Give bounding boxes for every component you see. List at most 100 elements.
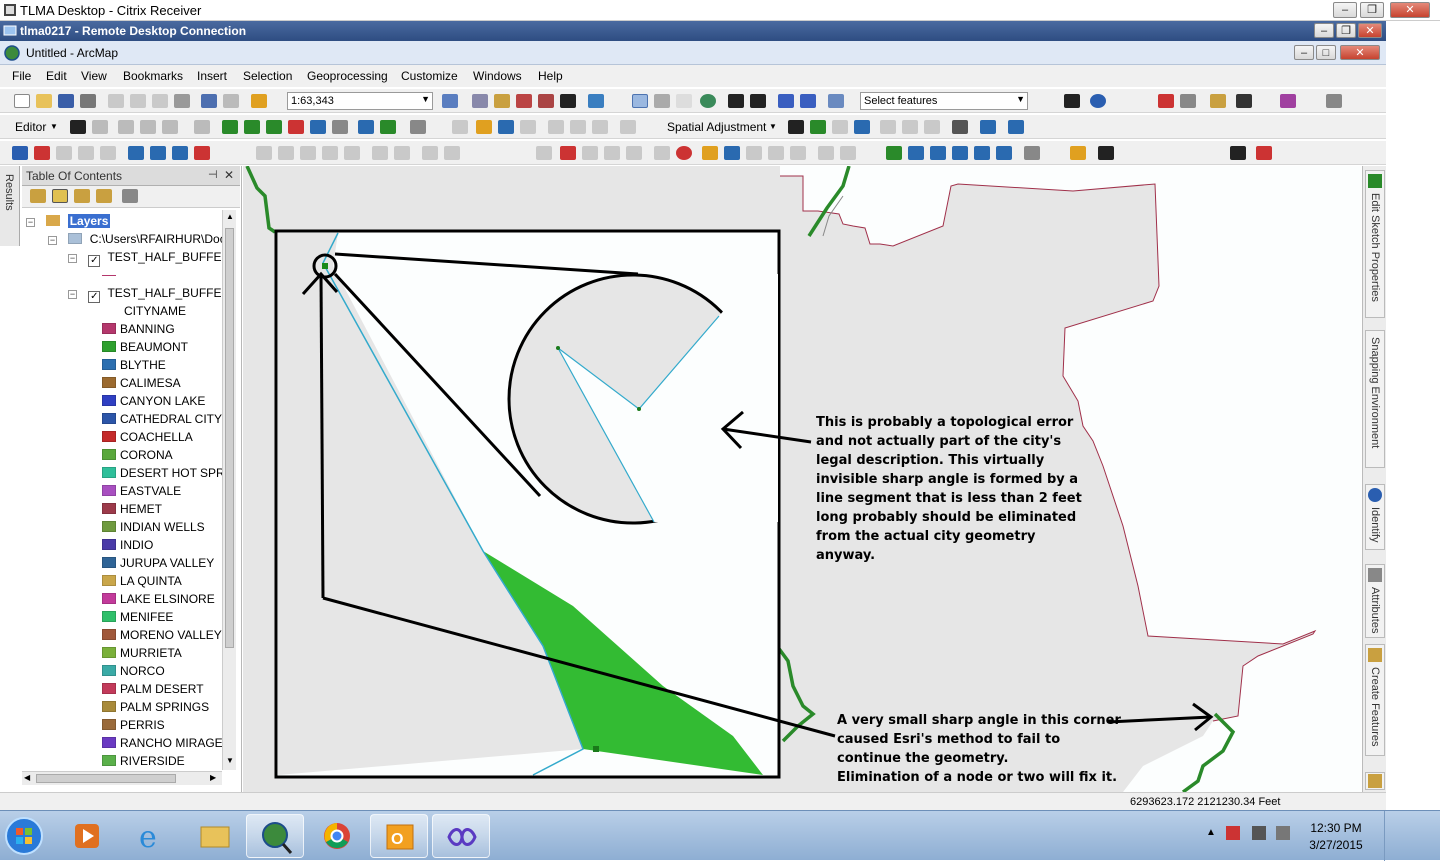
adjust-icon-1[interactable]	[452, 120, 468, 134]
topology-tool-icon-7[interactable]	[150, 146, 166, 160]
legend-swatch[interactable]	[102, 485, 116, 496]
layers-root[interactable]: − Layers	[26, 214, 111, 232]
menu-insert[interactable]: Insert	[197, 69, 227, 83]
toc-horizontal-scrollbar[interactable]: ◀ ▶	[22, 771, 222, 785]
legend-item[interactable]: CALIMESA	[102, 376, 181, 394]
trace-icon[interactable]	[162, 120, 178, 134]
legend-swatch[interactable]	[102, 737, 116, 748]
layer1-symbol[interactable]	[102, 268, 116, 286]
topology-tool-icon-9[interactable]	[194, 146, 210, 160]
scale-combo[interactable]: 1:63,343 ▼	[287, 92, 433, 110]
edge-match-icon[interactable]	[980, 120, 996, 134]
select-features-icon[interactable]	[828, 94, 844, 108]
attributes-table-icon[interactable]	[332, 120, 348, 134]
extra-dock-tab[interactable]	[1365, 772, 1385, 790]
legend-item[interactable]: JURUPA VALLEY	[102, 556, 214, 574]
parcel-icon-5[interactable]	[974, 146, 990, 160]
start-button[interactable]	[2, 814, 52, 858]
legend-item[interactable]: PALM SPRINGS	[102, 700, 209, 718]
clear-limited-icon[interactable]	[924, 120, 940, 134]
legend-item[interactable]: INDIO	[102, 538, 153, 556]
minimize-button[interactable]: ‒	[1333, 2, 1357, 18]
scroll-left-icon[interactable]: ◀	[24, 773, 30, 782]
legend-swatch[interactable]	[102, 557, 116, 568]
arctoolbox-icon[interactable]	[538, 94, 554, 108]
legend-swatch[interactable]	[102, 539, 116, 550]
legend-item[interactable]: RANCHO MIRAGE	[102, 736, 222, 754]
zoom-out-icon[interactable]	[654, 94, 670, 108]
pin-icon[interactable]: ⊣	[208, 168, 218, 181]
undo-icon[interactable]	[201, 94, 217, 108]
close-icon[interactable]: ✕	[224, 168, 234, 182]
forward-extent-icon[interactable]	[800, 94, 816, 108]
legend-swatch[interactable]	[102, 467, 116, 478]
identity-link-icon[interactable]	[880, 120, 896, 134]
list-by-source-icon[interactable]	[52, 189, 68, 203]
go-to-xy-icon[interactable]	[1326, 94, 1342, 108]
copy-icon[interactable]	[130, 94, 146, 108]
legend-item[interactable]: BEAUMONT	[102, 340, 188, 358]
edit-tool-icon[interactable]	[70, 120, 86, 134]
topology-tool-icon-8[interactable]	[172, 146, 188, 160]
legend-item[interactable]: HEMET	[102, 502, 162, 520]
legend-swatch[interactable]	[102, 377, 116, 388]
collapse-icon[interactable]: −	[68, 254, 77, 263]
time-slider-icon[interactable]	[1280, 94, 1296, 108]
measure-icon[interactable]	[1210, 94, 1226, 108]
legend-item[interactable]: LA QUINTA	[102, 574, 182, 592]
internet-explorer-taskbar-button[interactable]: e	[122, 814, 180, 858]
python-window-icon[interactable]	[560, 94, 576, 108]
back-extent-icon[interactable]	[778, 94, 794, 108]
parcel-icon-8[interactable]	[1070, 146, 1086, 160]
menu-help[interactable]: Help	[538, 69, 563, 83]
attributes-icon[interactable]	[358, 120, 374, 134]
point-icon[interactable]	[194, 120, 210, 134]
network-icon[interactable]	[1252, 826, 1266, 840]
sketch-properties-icon[interactable]	[380, 120, 396, 134]
spatial-adjustment-menu[interactable]: Spatial Adjustment	[667, 120, 766, 134]
clear-selection-icon[interactable]	[1158, 94, 1174, 108]
adjust-icon-7[interactable]	[592, 120, 608, 134]
attributes-tab[interactable]: Attributes	[1365, 564, 1385, 638]
menu-edit[interactable]: Edit	[46, 69, 67, 83]
edit-annotation-icon[interactable]	[92, 120, 108, 134]
topology-tool-icon-4[interactable]	[78, 146, 94, 160]
pan-hand-icon[interactable]	[676, 94, 692, 108]
legend-item[interactable]: PERRIS	[102, 718, 165, 736]
adjust-icon-4[interactable]	[520, 120, 536, 134]
topology-tool-icon-3[interactable]	[56, 146, 72, 160]
toc-options-icon[interactable]	[122, 189, 138, 203]
cogo-icon-3[interactable]	[582, 146, 598, 160]
geometric-network-icon-5[interactable]	[344, 146, 360, 160]
edit-sketch-properties-tab[interactable]: Edit Sketch Properties	[1365, 170, 1385, 318]
legend-item[interactable]: BLYTHE	[102, 358, 166, 376]
cogo-icon-4[interactable]	[604, 146, 620, 160]
legend-item[interactable]: COACHELLA	[102, 430, 193, 448]
menu-customize[interactable]: Customize	[401, 69, 458, 83]
chrome-taskbar-button[interactable]	[308, 814, 366, 858]
legend-swatch[interactable]	[102, 431, 116, 442]
legend-swatch[interactable]	[102, 755, 116, 766]
collapse-icon[interactable]: −	[68, 290, 77, 299]
map-display[interactable]: This is probably a topological error and …	[243, 166, 1361, 792]
legend-swatch[interactable]	[102, 629, 116, 640]
split-icon[interactable]	[288, 120, 304, 134]
cut-polygons-icon[interactable]	[266, 120, 282, 134]
legend-item[interactable]: INDIAN WELLS	[102, 520, 205, 538]
editor-menu[interactable]: Editor	[15, 120, 46, 134]
editor-toolbar-icon[interactable]	[442, 94, 458, 108]
cogo-icon-14[interactable]	[840, 146, 856, 160]
create-features-icon[interactable]	[410, 120, 426, 134]
cut-icon[interactable]	[108, 94, 124, 108]
workspace-path-row[interactable]: − C:\Users\RFAIRHUR\Docu	[48, 232, 222, 250]
arcmap-maximize-button[interactable]: □	[1316, 45, 1336, 60]
toc-window-icon[interactable]	[472, 94, 488, 108]
menu-bookmarks[interactable]: Bookmarks	[123, 69, 183, 83]
parcel-icon-10[interactable]	[1230, 146, 1246, 160]
file-explorer-taskbar-button[interactable]	[186, 814, 244, 858]
legend-item[interactable]: MURRIETA	[102, 646, 182, 664]
cogo-icon-8[interactable]	[702, 146, 718, 160]
cogo-icon-12[interactable]	[790, 146, 806, 160]
delete-icon[interactable]	[174, 94, 190, 108]
rdc-close-button[interactable]: ✕	[1358, 23, 1382, 38]
